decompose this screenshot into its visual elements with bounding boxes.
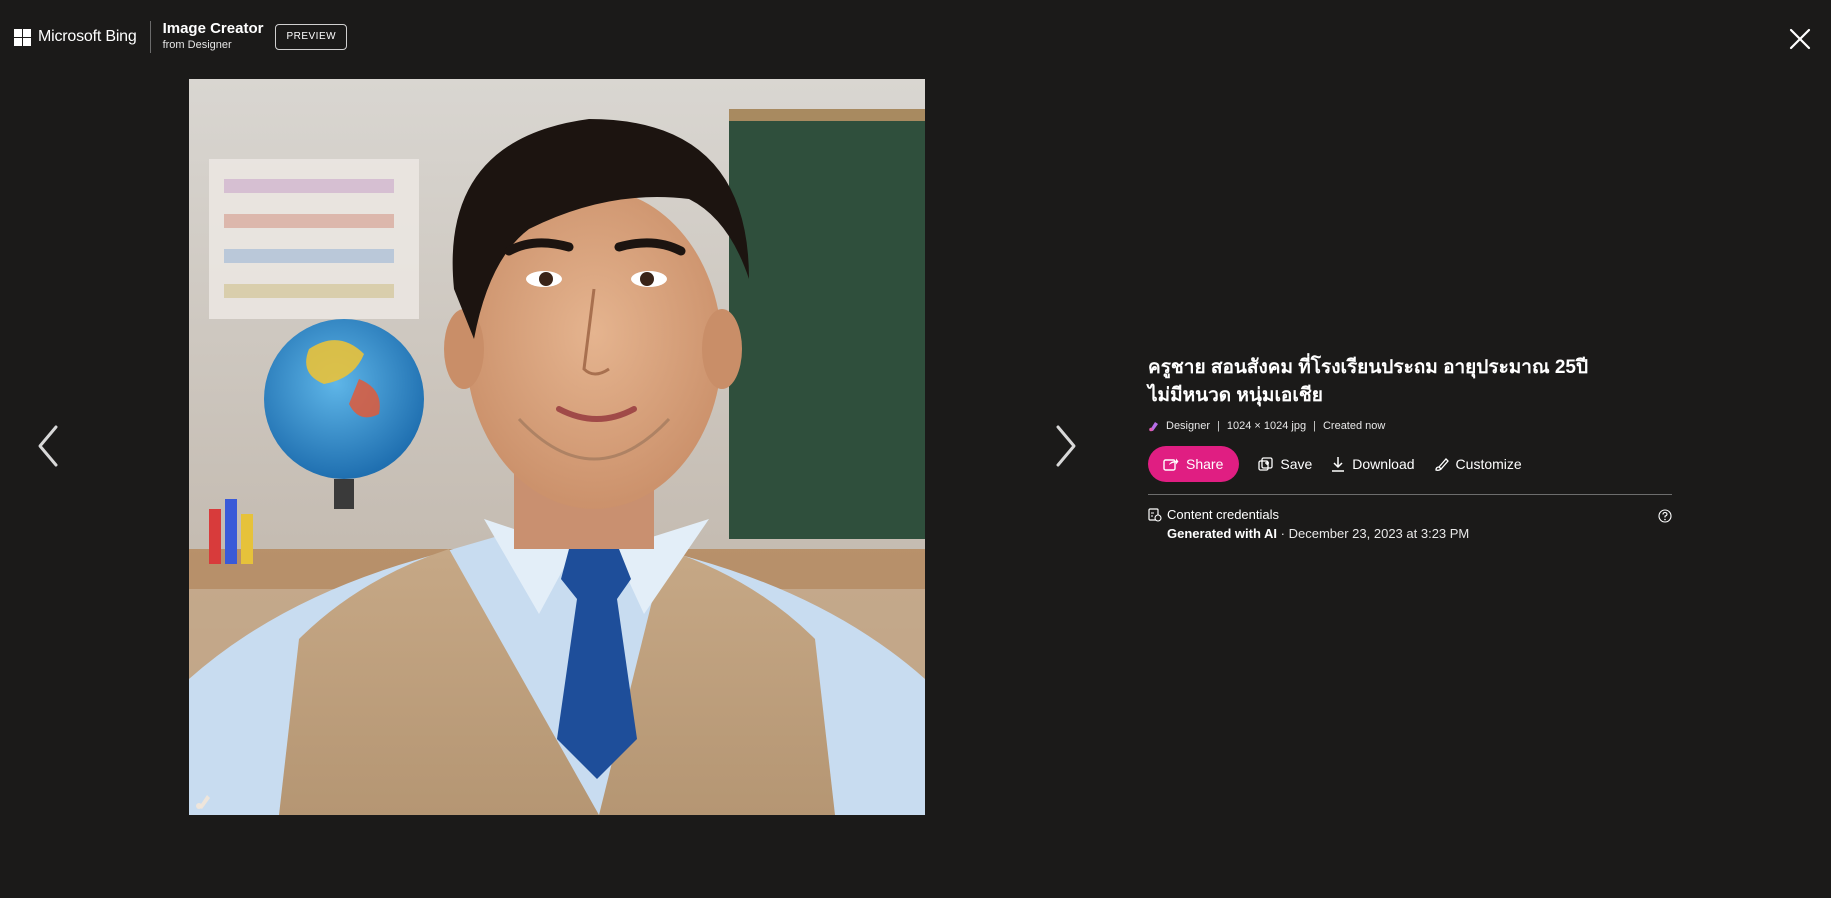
help-circle-icon[interactable] [1658, 509, 1672, 523]
customize-button[interactable]: Customize [1434, 456, 1522, 472]
generated-with-ai: Generated with AI [1167, 526, 1278, 541]
save-label: Save [1280, 456, 1313, 472]
details-panel: ครูชาย สอนสังคม ที่โรงเรียนประถม อายุประ… [1148, 354, 1672, 541]
credentials-date: · December 23, 2023 at 3:23 PM [1277, 526, 1470, 541]
designer-logo-icon [1149, 422, 1158, 432]
close-icon [1789, 28, 1811, 50]
meta-separator: | [1313, 420, 1316, 432]
credentials-title: Content credentials [1167, 507, 1280, 522]
ai-watermark-icon [196, 795, 210, 809]
content-credentials-icon [1148, 507, 1162, 522]
action-bar: Share Save Download Customize [1148, 446, 1672, 482]
generated-image-illustration [189, 79, 925, 815]
product-title: Image Creator [162, 20, 264, 37]
share-icon [1163, 458, 1179, 471]
customize-label: Customize [1455, 456, 1522, 472]
meta-created: Created now [1322, 420, 1386, 432]
header: Microsoft Bing Image Creator from Design… [14, 20, 348, 54]
generated-image[interactable] [189, 79, 925, 815]
chevron-right-icon [1056, 425, 1076, 467]
download-icon [1332, 457, 1345, 472]
brand-name[interactable]: Microsoft Bing [38, 28, 137, 46]
close-button[interactable] [1787, 26, 1813, 52]
share-label: Share [1186, 456, 1224, 472]
next-image-button[interactable] [1050, 421, 1080, 471]
preview-badge: PREVIEW [275, 24, 348, 50]
content-credentials: Content credentials Generated with AI · … [1148, 507, 1672, 541]
meta-separator: | [1217, 420, 1220, 432]
microsoft-logo-icon [14, 28, 31, 46]
download-label: Download [1352, 456, 1415, 472]
section-divider [1148, 494, 1672, 495]
credentials-detail: Generated with AI · December 23, 2023 at… [1167, 526, 1672, 541]
prompt-title: ครูชาย สอนสังคม ที่โรงเรียนประถม อายุประ… [1148, 354, 1672, 410]
paintbrush-icon [1434, 457, 1449, 471]
header-divider [149, 21, 151, 53]
prompt-line-1: ครูชาย สอนสังคม ที่โรงเรียนประถม อายุประ… [1148, 357, 1589, 378]
image-meta: Designer | 1024 × 1024 jpg | Created now [1148, 420, 1672, 432]
product-name[interactable]: Image Creator from Designer [162, 20, 264, 52]
previous-image-button[interactable] [34, 421, 64, 471]
meta-size: 1024 × 1024 jpg [1226, 420, 1307, 432]
meta-source: Designer [1166, 420, 1211, 432]
chevron-left-icon [38, 425, 58, 467]
credentials-header: Content credentials [1148, 507, 1672, 522]
prompt-line-2: ไม่มีหนวด หนุ่มเอเชีย [1148, 385, 1323, 406]
share-button[interactable]: Share [1148, 446, 1240, 482]
save-button[interactable]: Save [1258, 456, 1312, 472]
save-collection-icon [1258, 456, 1274, 471]
product-subtitle: from Designer [162, 39, 232, 51]
download-button[interactable]: Download [1331, 456, 1415, 472]
